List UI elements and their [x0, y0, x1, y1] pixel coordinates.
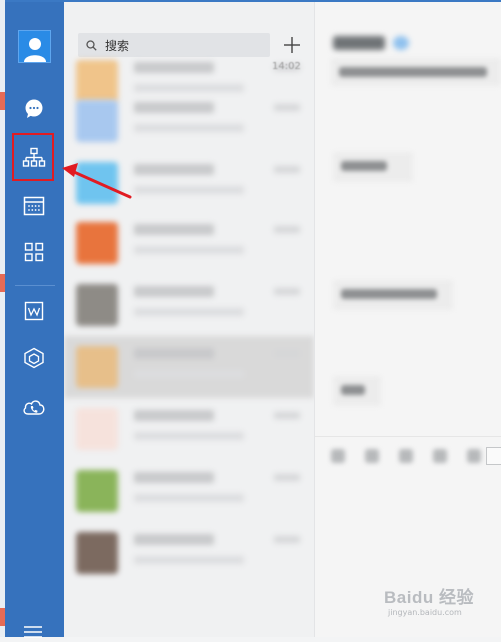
sidebar-item-messages[interactable] [14, 89, 54, 129]
apps-grid-icon [24, 242, 44, 262]
chat-name [134, 224, 214, 235]
chat-time [274, 104, 300, 111]
watermark-brand: Baidu 经验 [384, 588, 474, 607]
chat-time-label: 14:02 [272, 61, 301, 72]
chat-avatar [76, 222, 118, 264]
chat-list-pane: 搜索 [64, 2, 314, 637]
chat-list-item[interactable] [64, 522, 314, 584]
chat-time [274, 536, 300, 543]
chat-snippet [134, 186, 244, 194]
chat-snippet [134, 308, 244, 316]
sidebar-item-workbench[interactable] [14, 338, 54, 378]
chat-list-item[interactable] [64, 212, 314, 274]
chat-list-item[interactable] [64, 152, 314, 214]
chat-snippet [134, 246, 244, 254]
cloud-phone-icon [23, 400, 45, 415]
chat-list-item[interactable] [64, 460, 314, 522]
sidebar-divider [15, 285, 55, 286]
conversation-pane [314, 2, 501, 637]
menu-icon [24, 626, 42, 638]
highlight-box [12, 133, 54, 181]
sidebar-item-calendar[interactable] [14, 186, 54, 226]
chat-avatar [76, 408, 118, 450]
sidebar-item-documents[interactable] [14, 291, 54, 331]
search-icon [86, 39, 97, 51]
chat-time [274, 412, 300, 419]
sidebar [5, 2, 64, 638]
chat-snippet [134, 370, 244, 378]
conversation-title [333, 36, 385, 50]
history-icon[interactable] [486, 447, 501, 465]
document-w-icon [24, 301, 44, 321]
chat-list-item[interactable] [64, 90, 314, 152]
chat-name [134, 286, 214, 297]
chat-avatar [76, 532, 118, 574]
chat-list-item[interactable] [64, 398, 314, 460]
message-bubble [333, 376, 381, 406]
input-divider [315, 436, 501, 437]
calendar-icon [23, 196, 45, 216]
sidebar-menu-button[interactable] [24, 623, 42, 642]
chat-name [134, 534, 214, 545]
image-icon[interactable] [399, 449, 413, 463]
chat-list-item[interactable] [64, 336, 314, 398]
verified-badge [393, 36, 409, 50]
more-icon[interactable] [467, 449, 481, 463]
chat-list-item[interactable] [64, 274, 314, 336]
watermark: Baidu 经验 [384, 583, 474, 608]
chat-avatar [76, 346, 118, 388]
chat-snippet [134, 432, 244, 440]
chat-bubble-icon [25, 99, 43, 118]
chat-time [274, 166, 300, 173]
chat-time [274, 350, 300, 357]
emoji-icon[interactable] [331, 449, 345, 463]
message-toolbar [331, 449, 481, 463]
chat-name [134, 62, 214, 73]
chat-name [134, 164, 214, 175]
chat-name [134, 102, 214, 113]
chat-snippet [134, 494, 244, 502]
chat-name [134, 348, 214, 359]
person-icon [23, 38, 46, 62]
user-avatar[interactable] [18, 30, 51, 63]
chat-time [274, 226, 300, 233]
chat-avatar [76, 284, 118, 326]
chat-snippet [134, 556, 244, 564]
sidebar-item-cloud-call[interactable] [14, 387, 54, 427]
cube-icon [24, 347, 44, 369]
screenshot-icon[interactable] [433, 449, 447, 463]
message-bubble [331, 58, 501, 86]
message-bubble [333, 280, 453, 310]
chat-time [274, 474, 300, 481]
attach-icon[interactable] [365, 449, 379, 463]
watermark-url: jingyan.baidu.com [388, 608, 462, 617]
sidebar-item-apps[interactable] [14, 232, 54, 272]
chat-time [274, 288, 300, 295]
message-bubble [333, 152, 413, 182]
chat-name [134, 410, 214, 421]
chat-avatar [76, 100, 118, 142]
chat-avatar [76, 470, 118, 512]
chat-avatar [76, 162, 118, 204]
chat-name [134, 472, 214, 483]
chat-snippet [134, 124, 244, 132]
